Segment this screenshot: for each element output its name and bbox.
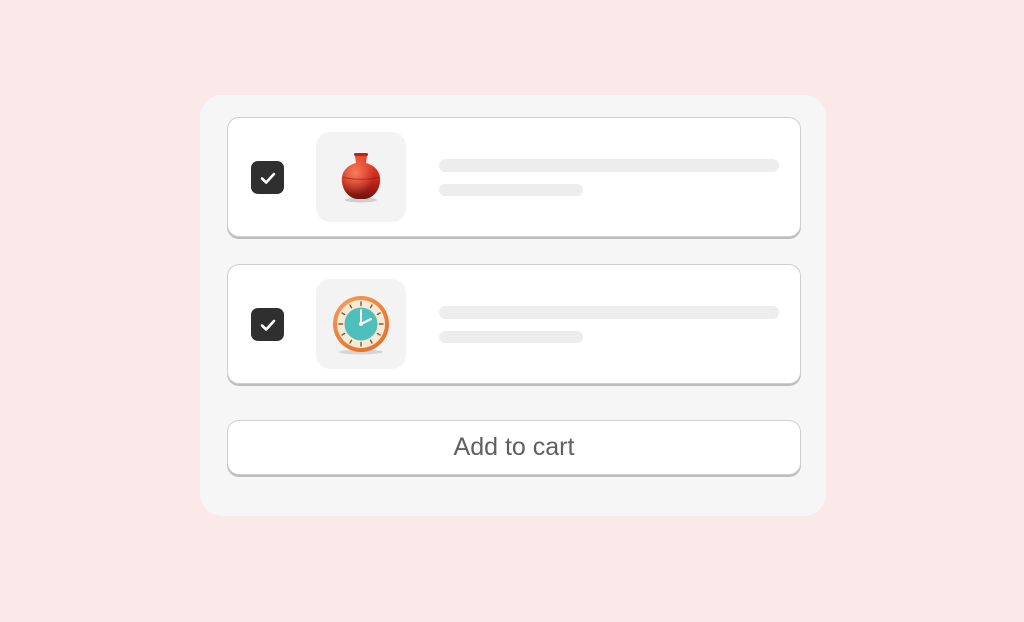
- placeholder-line-title: [439, 306, 779, 319]
- add-to-cart-button[interactable]: Add to cart: [227, 420, 801, 475]
- check-icon: [260, 319, 275, 331]
- placeholder-line-subtitle: [439, 331, 583, 343]
- item-checkbox[interactable]: [251, 308, 284, 341]
- product-item-vase[interactable]: [227, 117, 801, 237]
- product-thumbnail: [316, 132, 406, 222]
- check-icon: [260, 172, 275, 184]
- placeholder-line-title: [439, 159, 779, 172]
- product-item-clock[interactable]: [227, 264, 801, 384]
- item-checkbox[interactable]: [251, 161, 284, 194]
- cart-panel: Add to cart: [200, 95, 826, 516]
- vase-icon: [341, 153, 381, 203]
- clock-icon: [333, 296, 389, 355]
- placeholder-line-subtitle: [439, 184, 583, 196]
- product-thumbnail: [316, 279, 406, 369]
